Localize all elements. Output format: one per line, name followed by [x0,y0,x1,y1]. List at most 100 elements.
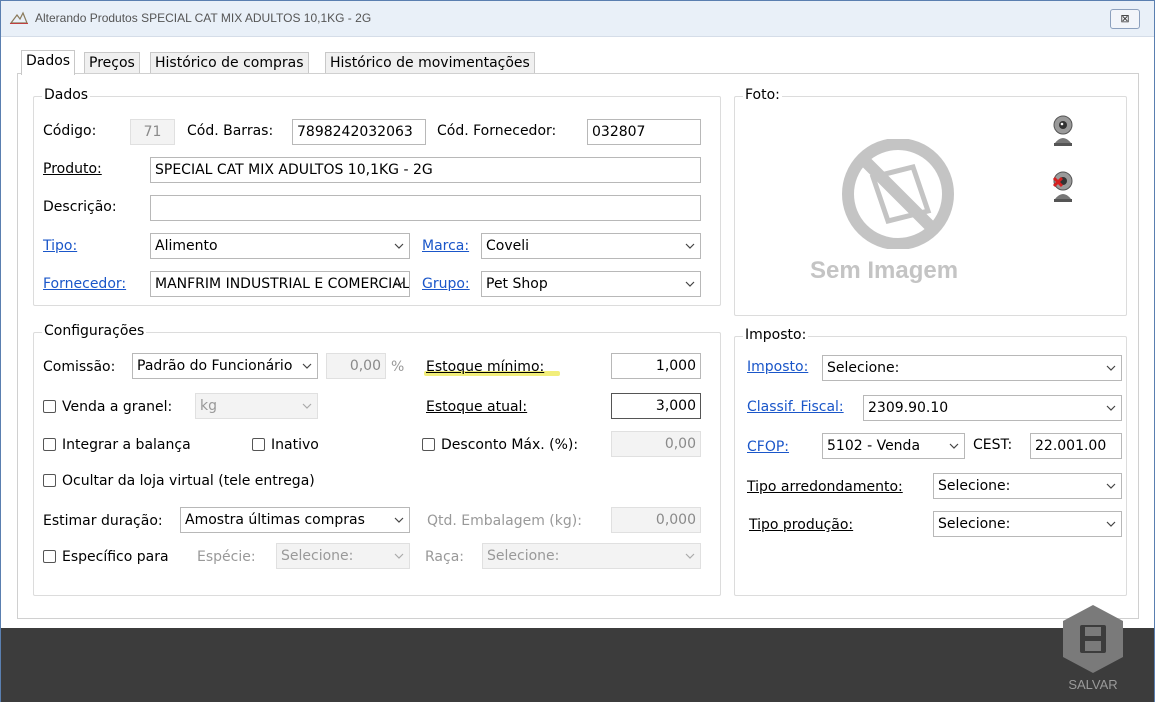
checkbox-box [43,438,56,451]
comissao-select[interactable]: Padrão do Funcionário [132,353,318,379]
chevron-down-icon [394,243,404,249]
raca-select: Selecione: [482,543,701,569]
especie-value: Selecione: [281,548,354,564]
chevron-down-icon [1106,521,1116,527]
tipo-link[interactable]: Tipo: [43,238,77,254]
tipo-select[interactable]: Alimento [150,233,410,259]
checkbox-box [43,474,56,487]
cest-field[interactable]: 22.001.00 [1030,433,1122,459]
chevron-down-icon [394,553,404,559]
configuracoes-group-title: Configurações [42,323,147,339]
app-logo-icon [9,11,28,24]
chevron-down-icon [685,553,695,559]
imposto-select[interactable]: Selecione: [822,355,1122,381]
cfop-select[interactable]: 5102 - Venda [822,433,965,459]
inativo-checkbox[interactable]: Inativo [252,437,319,453]
chevron-down-icon [302,363,312,369]
chevron-down-icon [1106,483,1116,489]
marca-select[interactable]: Coveli [481,233,701,259]
codigo-label: Código: [43,123,97,139]
chevron-down-icon [394,281,404,287]
tab-historico-compras[interactable]: Histórico de compras [150,52,309,74]
inativo-label: Inativo [271,437,319,453]
especie-select: Selecione: [276,543,410,569]
save-button[interactable]: SALVAR [1053,603,1133,699]
fornecedor-cod-label: Cód. Fornecedor: [437,123,557,139]
comissao-label: Comissão: [43,359,116,375]
fornecedor-cod-field[interactable]: 032807 [587,119,701,145]
granel-unit-select: kg [195,393,318,419]
foto-group-title: Foto: [743,87,782,103]
codigo-field: 71 [130,119,175,145]
desconto-max-label: Desconto Máx. (%): [441,437,579,453]
tab-historico-movimentacoes[interactable]: Histórico de movimentações [325,52,535,74]
especifico-checkbox[interactable]: Específico para [43,549,169,565]
window-title: Alterando Produtos SPECIAL CAT MIX ADULT… [35,11,372,25]
barras-label: Cód. Barras: [187,123,274,139]
save-label: SALVAR [1068,677,1118,692]
marca-link[interactable]: Marca: [422,238,469,254]
qtd-embalagem-field: 0,000 [611,507,701,533]
webcam-remove-icon[interactable] [1049,169,1077,205]
qtd-embalagem-label: Qtd. Embalagem (kg): [427,513,582,529]
cfop-link[interactable]: CFOP: [747,439,789,455]
venda-granel-label: Venda a granel: [62,399,173,415]
fornecedor-select[interactable]: MANFRIM INDUSTRIAL E COMERCIAL [150,271,410,297]
estimar-duracao-value: Amostra últimas compras [185,512,365,528]
venda-granel-checkbox[interactable]: Venda a granel: [43,399,172,415]
footer-bar [1,628,1154,702]
tipo-arredondamento-select[interactable]: Selecione: [933,473,1122,499]
product-edit-window: Alterando Produtos SPECIAL CAT MIX ADULT… [0,0,1155,702]
chevron-down-icon [394,517,404,523]
produto-field[interactable]: SPECIAL CAT MIX ADULTOS 10,1KG - 2G [150,157,701,183]
descricao-label: Descrição: [43,199,117,215]
cest-label: CEST: [973,437,1013,453]
webcam-icon[interactable] [1049,113,1077,149]
client-area: Dados Preços Histórico de compras Histór… [9,37,1148,627]
classif-fiscal-link[interactable]: Classif. Fiscal: [747,399,844,415]
tipo-arredondamento-label: Tipo arredondamento: [747,479,903,495]
tab-precos[interactable]: Preços [84,52,140,74]
imposto-value: Selecione: [827,360,900,376]
imposto-link[interactable]: Imposto: [747,359,808,375]
granel-unit-value: kg [200,398,217,414]
tipo-producao-select[interactable]: Selecione: [933,511,1122,537]
checkbox-box [43,400,56,413]
chevron-down-icon [1106,405,1116,411]
ocultar-loja-checkbox[interactable]: Ocultar da loja virtual (tele entrega) [43,473,315,489]
barras-field[interactable]: 7898242032063 [292,119,426,145]
fornecedor-value: MANFRIM INDUSTRIAL E COMERCIAL [155,276,410,292]
marca-value: Coveli [486,238,530,254]
integrar-balanca-checkbox[interactable]: Integrar a balança [43,437,191,453]
estoque-minimo-label: Estoque mínimo: [426,359,545,375]
grupo-link[interactable]: Grupo: [422,276,470,292]
comissao-pct-field: 0,00 [326,353,386,379]
estimar-duracao-select[interactable]: Amostra últimas compras [180,507,410,533]
estoque-minimo-field[interactable]: 1,000 [611,353,701,379]
estimar-duracao-label: Estimar duração: [43,513,163,529]
close-button[interactable]: ⊠ [1110,9,1140,29]
tab-panel-dados: Dados Código: 71 Cód. Barras: 7898242032… [17,73,1139,619]
estoque-atual-field[interactable]: 3,000 [611,393,701,419]
no-image-text: Sem Imagem [810,257,959,284]
ocultar-loja-label: Ocultar da loja virtual (tele entrega) [62,473,315,489]
imposto-group: Imposto: Imposto: Selecione: Classif. Fi… [734,327,1127,596]
descricao-field[interactable] [150,195,701,221]
percent-sign: % [391,359,405,375]
classif-fiscal-select[interactable]: 2309.90.10 [863,395,1122,421]
chevron-down-icon [685,243,695,249]
chevron-down-icon [949,443,959,449]
grupo-select[interactable]: Pet Shop [481,271,701,297]
tipo-arredondamento-value: Selecione: [938,478,1011,494]
chevron-down-icon [685,281,695,287]
desconto-max-checkbox[interactable]: Desconto Máx. (%): [422,437,578,453]
imposto-group-title: Imposto: [743,327,809,343]
chevron-down-icon [1106,365,1116,371]
save-icon [1063,605,1123,673]
grupo-value: Pet Shop [486,276,548,292]
fornecedor-link[interactable]: Fornecedor: [43,276,126,292]
dados-group-title: Dados [42,87,91,103]
raca-label: Raça: [425,549,464,565]
tipo-producao-label: Tipo produção: [749,517,854,533]
tab-dados[interactable]: Dados [21,50,76,75]
